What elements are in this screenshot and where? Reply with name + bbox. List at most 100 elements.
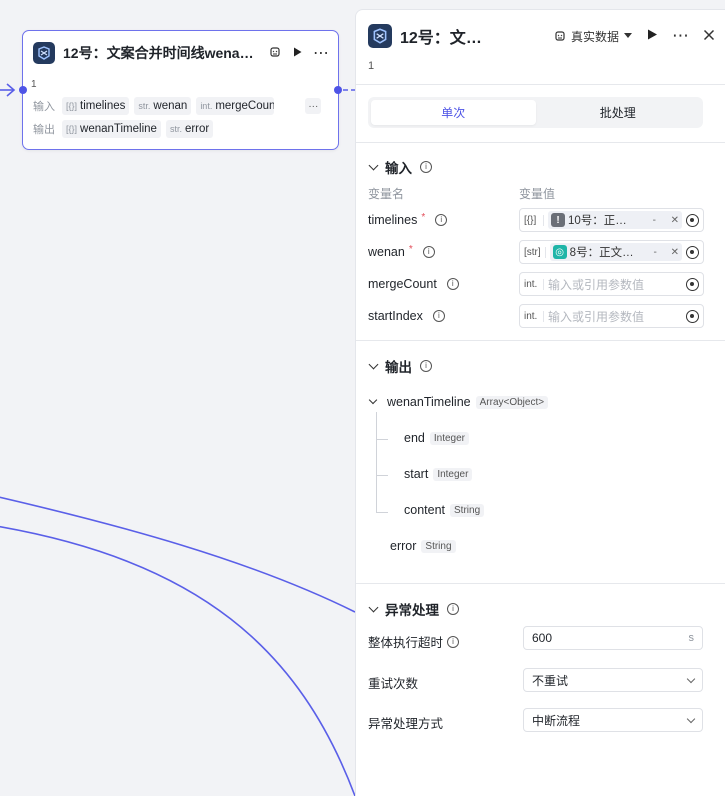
node-more-icon[interactable]: ⋯ (313, 43, 330, 63)
target-picker-icon[interactable] (686, 277, 699, 291)
reference-text: 10号：正文音频时间线 (568, 215, 638, 227)
type-tag: [{}] (524, 214, 544, 226)
node-title: 12号：文案合并时间线wenanTimeline (63, 45, 259, 61)
reference-chip[interactable]: ! 10号：正文音频时间线 - ✕ (548, 211, 682, 229)
panel-title[interactable]: 12号：文案合并时间线 (400, 24, 490, 48)
startindex-input[interactable]: 输入或引用参数值 (548, 308, 682, 325)
divider (356, 84, 725, 85)
more-icon[interactable]: ⋯ (672, 26, 689, 46)
col-variable-value: 变量值 (519, 187, 556, 201)
info-icon: i (420, 161, 432, 173)
data-mode-select[interactable]: 真实数据 (554, 28, 632, 45)
output-section-title: 输出 (385, 360, 412, 375)
edge-curve-2[interactable] (0, 525, 356, 796)
node-output-chip: str. error (165, 120, 214, 138)
node-config-panel: 12号：文案合并时间线 真实数据 ⋯ 1 单次 批处理 输入 i 变量名 变量值 (355, 9, 725, 796)
tree-branch (376, 439, 388, 440)
input-label-startindex: startIndex i (368, 309, 445, 323)
node-output-chip: [{}] wenanTimeline (62, 120, 161, 138)
target-picker-icon[interactable] (686, 309, 699, 323)
error-section-title: 异常处理 (385, 603, 439, 618)
close-icon[interactable] (703, 29, 715, 44)
required-mark: * (421, 211, 426, 223)
retry-select[interactable]: 不重试 (523, 668, 703, 692)
chevron-down-icon (686, 714, 696, 723)
chevron-down-icon (368, 160, 379, 170)
info-icon: i (432, 310, 445, 322)
timeout-label: 整体执行超时 i (368, 632, 460, 651)
divider (356, 340, 725, 341)
chevron-down-icon (368, 359, 379, 369)
node-inputs-more[interactable]: ··· (305, 98, 322, 114)
node-debug-icon[interactable] (269, 46, 281, 61)
node-index: 1 (31, 79, 37, 90)
node-logo-icon (33, 42, 55, 64)
remove-reference-icon[interactable]: ✕ (671, 215, 679, 226)
output-item-end: end Integer (404, 431, 469, 445)
reference-chip[interactable]: ◎ 8号：正文文案生成 - ✕ (549, 243, 682, 261)
type-badge: String (421, 539, 456, 553)
input-label-timelines: timelines * i (368, 211, 448, 227)
run-icon[interactable] (646, 28, 658, 44)
timeout-value: 600 (532, 631, 553, 645)
workflow-node-card[interactable]: 12号：文案合并时间线wenanTimeline ⋯ 1 输入 [{}]time… (22, 30, 339, 150)
error-section-header[interactable]: 异常处理 i (368, 599, 459, 619)
node-input-chip: [{}] timelines (62, 97, 130, 115)
info-icon: i (420, 360, 432, 372)
error-method-value: 中断流程 (532, 713, 581, 728)
chevron-down-icon (368, 602, 379, 612)
output-item-wenantimeline[interactable]: wenanTimeline Array<Object> (368, 395, 549, 409)
retry-value: 不重试 (532, 673, 569, 688)
target-picker-icon[interactable] (686, 245, 699, 259)
node-output-port[interactable] (334, 86, 342, 94)
wenan-value-field[interactable]: [str] ◎ 8号：正文文案生成 - ✕ (519, 240, 704, 264)
reference-suffix: - (653, 246, 657, 258)
output-item-content: content String (404, 503, 485, 517)
node-input-label: 输入 (33, 101, 55, 113)
node-output-label: 输出 (33, 124, 55, 136)
timeout-input[interactable]: 600 s (523, 626, 703, 650)
info-icon: i (422, 246, 435, 258)
output-item-error: error String (390, 539, 456, 553)
debug-mode-icon (555, 31, 565, 41)
edge-curve-1[interactable] (0, 495, 356, 613)
node-input-port[interactable] (19, 86, 27, 94)
timelines-value-field[interactable]: [{}] ! 10号：正文音频时间线 - ✕ (519, 208, 704, 232)
type-badge: Array<Object> (475, 395, 549, 409)
error-method-select[interactable]: 中断流程 (523, 708, 703, 732)
chevron-down-icon (368, 395, 378, 405)
mergecount-input[interactable]: 输入或引用参数值 (548, 276, 682, 293)
type-tag: [str] (524, 246, 546, 258)
remove-reference-icon[interactable]: ✕ (671, 247, 679, 258)
node-warning-icon: ! (551, 213, 565, 227)
type-tag: int. (524, 278, 544, 290)
output-item-start: start Integer (404, 467, 473, 481)
tree-line (376, 412, 377, 513)
timeout-unit: s (688, 632, 695, 644)
output-section-header[interactable]: 输出 i (368, 356, 432, 376)
input-label-mergecount: mergeCount i (368, 277, 459, 291)
node-inputs-row: 输入 [{}] timelines str. wenan int. mergeCoun… (33, 97, 322, 115)
target-picker-icon[interactable] (686, 213, 699, 227)
info-icon: i (446, 278, 459, 290)
startindex-value-field[interactable]: int. 输入或引用参数值 (519, 304, 704, 328)
node-input-chip: int. mergeCount (196, 97, 275, 115)
input-section-title: 输入 (385, 161, 412, 176)
node-ai-icon: ◎ (552, 245, 567, 259)
node-input-chip: str. wenan (134, 97, 192, 115)
divider (356, 142, 725, 143)
node-run-icon[interactable] (291, 46, 303, 61)
mergecount-value-field[interactable]: int. 输入或引用参数值 (519, 272, 704, 296)
panel-index: 1 (368, 60, 375, 72)
info-icon: i (447, 603, 459, 615)
divider (356, 583, 725, 584)
required-mark: * (408, 243, 413, 255)
run-mode-tabs: 单次 批处理 (368, 97, 703, 128)
tab-batch[interactable]: 批处理 (536, 100, 701, 125)
chevron-down-icon (686, 674, 696, 683)
error-method-label: 异常处理方式 (368, 717, 444, 731)
tab-single[interactable]: 单次 (371, 100, 536, 125)
col-variable-name: 变量名 (368, 187, 405, 201)
input-section-header[interactable]: 输入 i (368, 157, 432, 177)
reference-suffix: - (652, 214, 656, 226)
